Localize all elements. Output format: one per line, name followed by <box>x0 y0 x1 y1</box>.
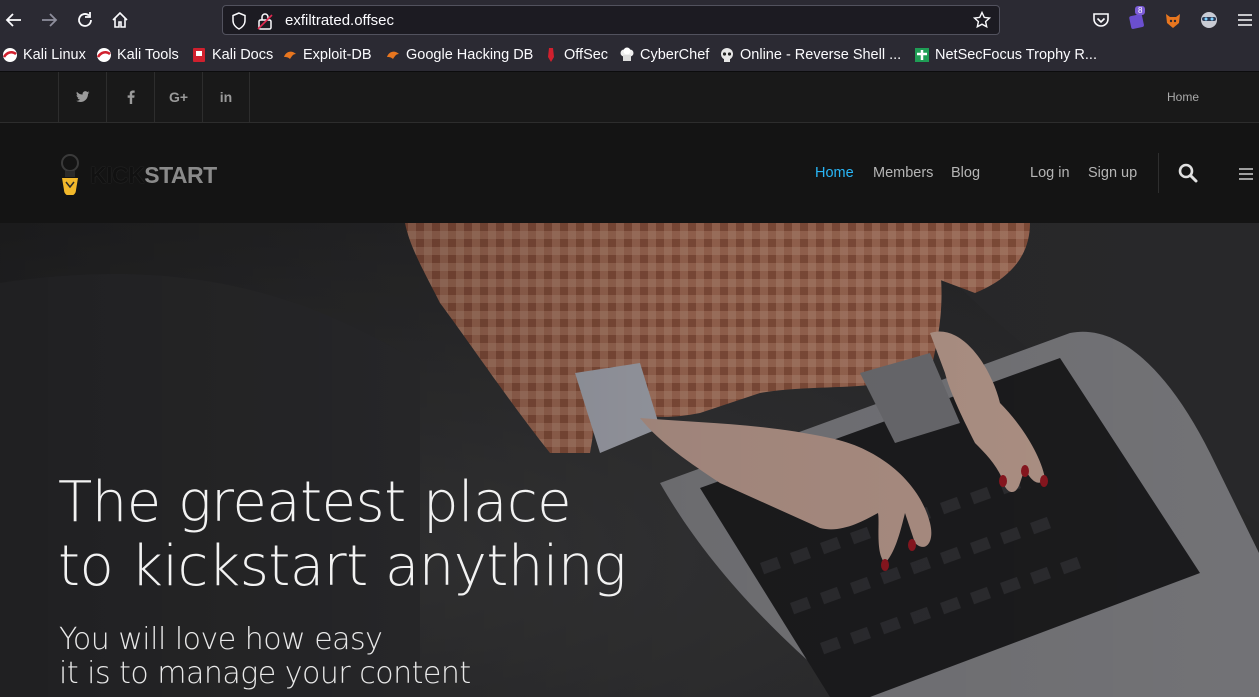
masked-face-icon <box>1201 12 1217 28</box>
pocket-button[interactable] <box>1089 8 1113 32</box>
url-bar[interactable]: exfiltrated.offsec <box>222 5 1000 35</box>
bookmark-offsec[interactable]: OffSec <box>543 47 608 63</box>
logo-start: START <box>144 162 217 188</box>
home-button[interactable] <box>108 8 132 32</box>
bookmark-label: CyberChef <box>640 47 710 63</box>
hero-subtitle-line-2: it is to manage your content <box>59 656 471 691</box>
hero-title-line-2: to kickstart anything <box>58 534 627 599</box>
bookmark-label: Online - Reverse Shell ... <box>740 47 902 63</box>
url-text[interactable]: exfiltrated.offsec <box>285 12 394 29</box>
site-menu-button[interactable] <box>1238 166 1254 185</box>
fox-icon <box>1166 14 1180 28</box>
nav-signup[interactable]: Sign up <box>1088 165 1137 181</box>
bookmarks-bar: Kali Linux Kali Tools Kali Docs Exploit-… <box>0 40 1259 72</box>
facebook-link[interactable] <box>106 72 154 122</box>
bookmark-label: Kali Linux <box>23 47 86 63</box>
logo-kick: KICK <box>90 162 145 188</box>
kali-icon <box>2 48 17 62</box>
bookmark-exploit-db[interactable]: Exploit-DB <box>282 47 372 63</box>
hero-title-line-1: The greatest place <box>58 470 572 535</box>
bookmark-label: OffSec <box>564 47 609 63</box>
reload-icon <box>78 12 92 27</box>
arrow-left-icon <box>5 13 21 27</box>
offsec-icon <box>548 48 554 62</box>
bookmark-label: Kali Tools <box>117 47 179 63</box>
search-button[interactable] <box>1178 163 1198 187</box>
nav-divider <box>1158 153 1159 193</box>
bookmark-label: Kali Docs <box>212 47 274 63</box>
bookmark-star-icon[interactable] <box>973 11 991 29</box>
bookmark-google-hacking-db[interactable]: Google Hacking DB <box>385 47 533 63</box>
hero-subtitle-line-1: You will love how easy <box>59 622 383 657</box>
bookmark-label: Google Hacking DB <box>406 47 534 63</box>
bookmark-kali-docs[interactable]: Kali Docs <box>191 47 273 63</box>
facebook-icon <box>127 90 135 104</box>
hamburger-icon <box>1239 168 1253 180</box>
exploit-db-icon <box>284 51 296 59</box>
reload-button[interactable] <box>73 8 97 32</box>
linkedin-icon: in <box>219 89 233 105</box>
home-icon <box>112 11 128 28</box>
twitter-link[interactable] <box>58 72 106 122</box>
hero-subtitle: You will love how easy it is to manage y… <box>59 623 471 691</box>
plus-icon <box>915 48 929 62</box>
hero-section: The greatest place to kickstart anything… <box>0 223 1259 697</box>
bookmark-kali-linux[interactable]: Kali Linux <box>2 47 86 63</box>
topbar-home-link[interactable]: Home <box>1167 90 1199 104</box>
search-icon <box>1178 163 1198 183</box>
lightbulb-logo-icon <box>61 154 79 195</box>
twitter-icon <box>75 91 89 103</box>
nav-members[interactable]: Members <box>873 165 933 181</box>
kali-icon <box>96 48 111 62</box>
kali-docs-icon <box>193 48 205 62</box>
pocket-icon <box>1093 13 1109 27</box>
hero-title: The greatest place to kickstart anything <box>58 470 627 599</box>
shield-icon[interactable] <box>231 12 247 30</box>
back-button[interactable] <box>2 8 26 32</box>
nav-blog[interactable]: Blog <box>951 165 980 181</box>
exploit-db-icon <box>387 51 399 59</box>
arrow-right-icon <box>42 13 58 27</box>
linkedin-link[interactable]: in <box>202 72 250 122</box>
bookmark-label: NetSecFocus Trophy R... <box>935 47 1097 63</box>
browser-toolbar: exfiltrated.offsec 8 <box>0 0 1259 40</box>
cyberchef-icon <box>620 47 634 61</box>
nav-login[interactable]: Log in <box>1030 165 1070 181</box>
hamburger-icon <box>1238 14 1252 26</box>
bookmark-reverse-shell[interactable]: Online - Reverse Shell ... <box>719 47 901 63</box>
logo-text[interactable]: KICKSTART <box>90 162 217 189</box>
extension-wappalyzer-button[interactable] <box>1197 8 1221 32</box>
site-navbar: KICKSTART Home Members Blog Log in Sign … <box>0 123 1259 223</box>
app-menu-button[interactable] <box>1233 8 1257 32</box>
google-plus-icon: G+ <box>168 89 189 105</box>
extension-foxyproxy-button[interactable] <box>1161 8 1185 32</box>
nav-home[interactable]: Home <box>815 165 854 181</box>
forward-button[interactable] <box>37 8 61 32</box>
bookmark-label: Exploit-DB <box>303 47 372 63</box>
skull-icon <box>721 48 733 62</box>
site-topbar: G+ in Home <box>0 72 1259 123</box>
google-plus-link[interactable]: G+ <box>154 72 202 122</box>
extension-badge: 8 <box>1135 6 1146 15</box>
bookmark-kali-tools[interactable]: Kali Tools <box>96 47 179 63</box>
bookmark-cyberchef[interactable]: CyberChef <box>619 47 709 63</box>
lock-warning-icon[interactable] <box>257 12 273 30</box>
bookmark-netsecfocus[interactable]: NetSecFocus Trophy R... <box>914 47 1097 63</box>
